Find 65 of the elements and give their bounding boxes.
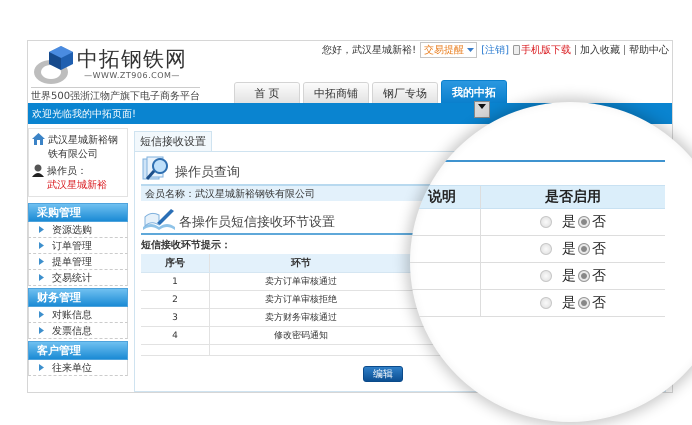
mobile-download-link[interactable]: 手机版下载 — [521, 43, 571, 57]
radio-button[interactable] — [540, 297, 552, 309]
radio-label: 否 — [592, 213, 606, 231]
radio-label: 是 — [562, 240, 576, 258]
content-tab[interactable]: 短信接收设置 — [134, 131, 212, 151]
table-cell: 修改密码通知 — [210, 326, 392, 344]
column-header: 序号 — [141, 254, 210, 272]
help-link[interactable]: 帮助中心 — [629, 43, 669, 57]
column-header: 说明 — [428, 189, 456, 205]
operator-name: 武汉星城新裕 — [47, 178, 107, 192]
table-cell: 1 — [141, 272, 210, 290]
radio-button[interactable] — [540, 216, 552, 228]
bullet-icon — [39, 274, 44, 281]
radio-label: 是 — [562, 267, 576, 285]
column-header: 是否启用 — [545, 188, 601, 206]
favorite-link[interactable]: 加入收藏 — [580, 43, 620, 57]
radio-button[interactable] — [540, 270, 552, 282]
operator-label: 操作员： — [47, 165, 87, 178]
bullet-icon — [39, 226, 44, 233]
radio-button[interactable] — [540, 243, 552, 255]
table-cell: 3 — [141, 308, 210, 326]
radio-label: 是 — [562, 213, 576, 231]
phone-icon — [513, 45, 520, 55]
column-header: 环节 — [210, 254, 392, 272]
house-icon — [32, 133, 45, 145]
table-cell: 4 — [141, 326, 210, 344]
radio-button[interactable] — [578, 216, 590, 228]
logo-url: —WWW.ZT906.COM— — [84, 71, 180, 81]
dropdown-box-icon — [474, 101, 490, 118]
person-icon — [32, 164, 44, 177]
radio-button[interactable] — [578, 270, 590, 282]
bullet-icon — [39, 242, 44, 249]
bullet-icon — [39, 258, 44, 265]
greeting: 您好，武汉星城新裕! — [322, 44, 416, 57]
table-cell: 2 — [141, 290, 210, 308]
table-cell: 卖方订单审核通过 — [210, 272, 392, 290]
menu-group-header: 客户管理 — [28, 341, 128, 360]
table-cell: 卖方订单审核拒绝 — [210, 290, 392, 308]
radio-label: 否 — [592, 294, 606, 312]
edit-button[interactable]: 编辑 — [363, 366, 403, 382]
member-name: 会员名称：武汉星城新裕钢铁有限公司 — [145, 188, 315, 200]
menu-group-header: 采购管理 — [28, 203, 128, 222]
hint-text: 短信接收环节提示： — [141, 238, 231, 252]
company-name: 武汉星城新裕钢铁有限公司 — [48, 134, 119, 161]
bullet-icon — [39, 364, 44, 371]
section-title: 各操作员短信接收环节设置 — [179, 214, 335, 231]
logo-text: 中拓钢铁网 — [77, 47, 187, 71]
bullet-icon — [39, 327, 44, 334]
logout-link[interactable]: [注销] — [481, 43, 509, 57]
bullet-icon — [39, 311, 44, 318]
radio-button[interactable] — [578, 243, 590, 255]
radio-button[interactable] — [578, 297, 590, 309]
caret-icon — [467, 48, 474, 52]
menu-group-header: 财务管理 — [28, 288, 128, 307]
nav-tab[interactable]: 我的中拓 — [441, 80, 507, 103]
nav-tab[interactable]: 钢厂专场 — [372, 82, 438, 103]
book-pen-icon — [141, 207, 177, 231]
radio-label: 否 — [592, 240, 606, 258]
nav-tab[interactable]: 首 页 — [234, 82, 300, 103]
table-cell: 卖方财务审核通过 — [210, 308, 392, 326]
radio-label: 否 — [592, 267, 606, 285]
nav-tab[interactable]: 中拓商铺 — [303, 82, 369, 103]
section-title: 操作员查询 — [175, 164, 240, 181]
welcome-text: 欢迎光临我的中拓页面! — [31, 108, 136, 120]
radio-label: 是 — [562, 294, 576, 312]
